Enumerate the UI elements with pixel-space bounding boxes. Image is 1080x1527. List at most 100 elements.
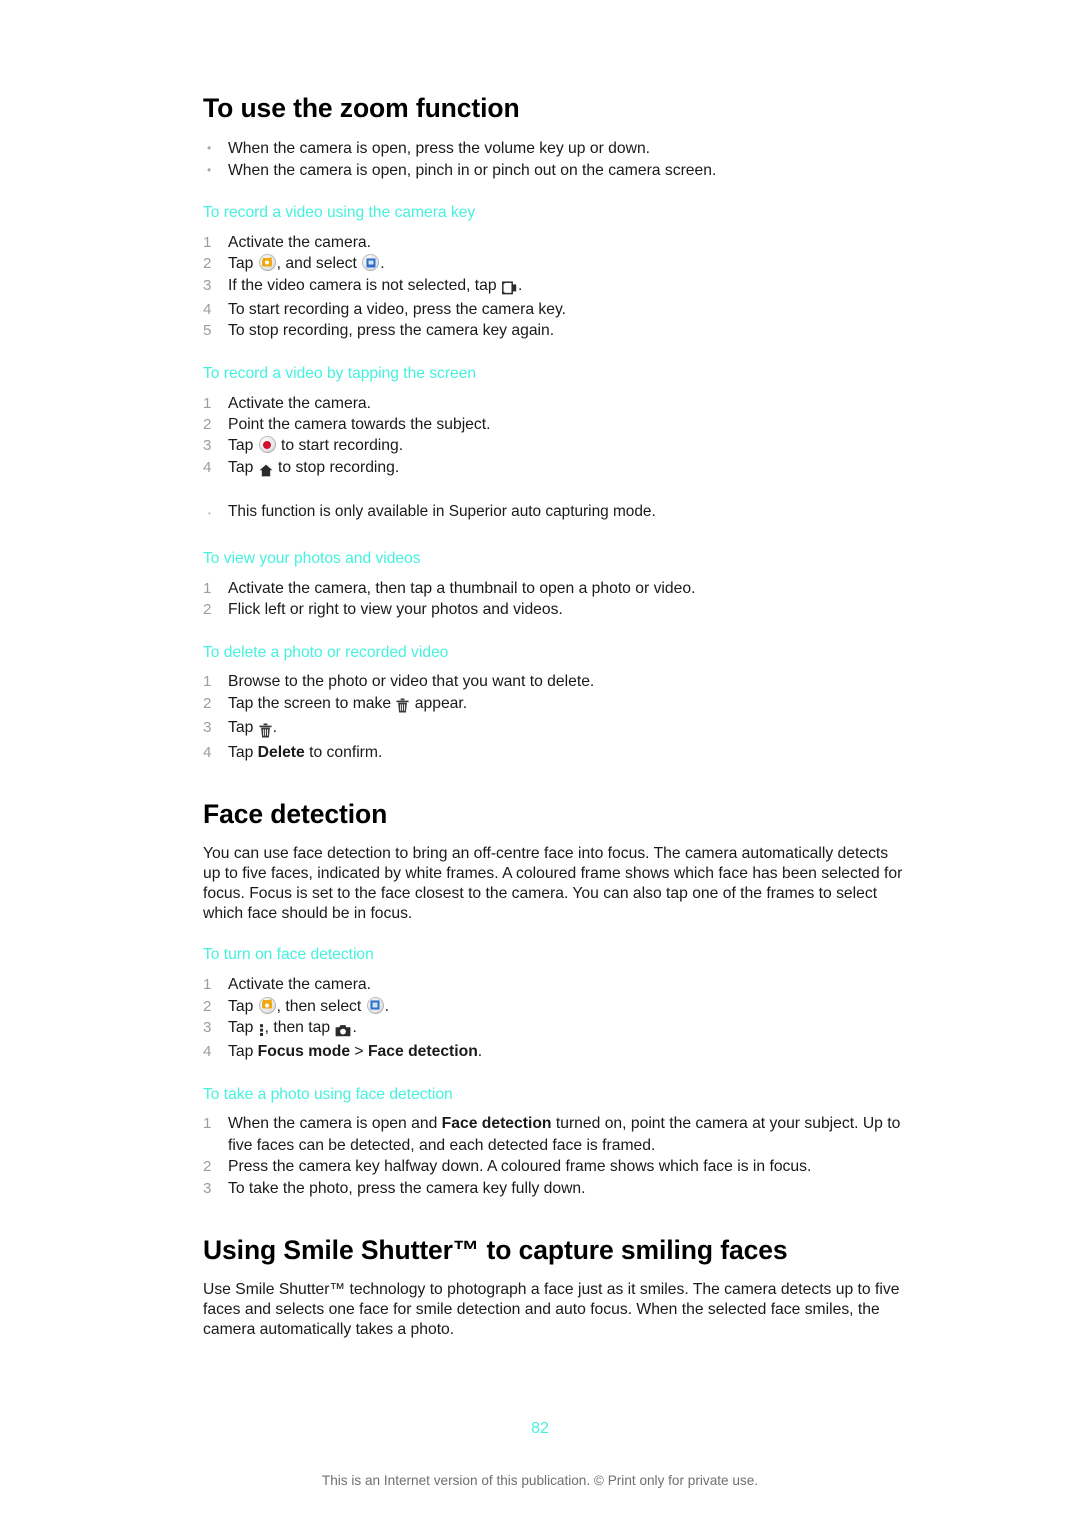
step-label: Tap . xyxy=(228,717,903,741)
step-text-pre: Tap xyxy=(228,1018,258,1036)
note-label: This function is only available in Super… xyxy=(228,503,656,521)
step-number: 1 xyxy=(203,976,212,994)
list-item: 4 Tap Delete to confirm. xyxy=(203,742,903,763)
step-text-pre: Tap xyxy=(228,719,258,737)
step-number: 4 xyxy=(203,458,212,476)
task-heading-record-video-camera-key: To record a video using the camera key xyxy=(203,204,903,223)
step-text-post: . xyxy=(272,719,278,737)
body-paragraph: You can use face detection to bring an o… xyxy=(203,845,903,922)
step-number: 2 xyxy=(203,997,212,1015)
camera-mode-icon xyxy=(258,254,276,272)
camera-mode-icon xyxy=(258,996,276,1014)
list-item: 2 Tap , then select . xyxy=(203,996,903,1017)
step-label: Tap , and select . xyxy=(228,253,903,274)
step-number: 4 xyxy=(203,301,212,318)
step-list-delete-photo-video: 1 Browse to the photo or video that you … xyxy=(203,671,903,763)
list-item: 2 Tap the screen to make appear. xyxy=(203,693,903,717)
list-item: 1 Activate the camera. xyxy=(203,974,903,995)
list-item: 4 Tap to stop recording. xyxy=(203,457,903,481)
step-text-pre: If the video camera is not selected, tap xyxy=(228,276,501,294)
list-item: 3 To take the photo, press the camera ke… xyxy=(203,1178,903,1199)
step-number: 1 xyxy=(203,1115,212,1133)
step-label: Activate the camera. xyxy=(228,976,371,994)
page-title: To use the zoom function xyxy=(203,93,520,123)
task-heading-view-photos-videos: To view your photos and videos xyxy=(203,550,903,569)
trash-icon xyxy=(259,720,272,741)
more-options-icon xyxy=(259,1020,264,1041)
step-list-view-photos-videos: 1 Activate the camera, then tap a thumbn… xyxy=(203,578,903,621)
step-label: Tap Delete to confirm. xyxy=(228,742,903,763)
step-text-pre: Tap xyxy=(228,255,258,273)
note-record-video-tapping: • This function is only available in Sup… xyxy=(208,501,903,527)
step-list-take-photo-face-detection: 1 When the camera is open and Face detec… xyxy=(203,1113,903,1199)
step-text-mid: > xyxy=(350,1043,368,1061)
list-item: • When the camera is open, pinch in or p… xyxy=(207,160,903,181)
task-title: To turn on face detection xyxy=(203,946,374,964)
video-mode-icon xyxy=(362,254,380,272)
step-number: 2 xyxy=(203,415,212,433)
list-item: 1 Activate the camera. xyxy=(203,393,903,414)
step-number: 3 xyxy=(203,437,212,455)
record-icon xyxy=(258,436,276,454)
list-item: 4 To start recording a video, press the … xyxy=(203,299,903,320)
task-title: To view your photos and videos xyxy=(203,550,421,568)
step-label: Tap the screen to make appear. xyxy=(228,693,903,717)
bullet-list-zoom-function: • When the camera is open, press the vol… xyxy=(203,138,903,181)
document-page: To use the zoom function • When the came… xyxy=(0,0,1080,1527)
ui-term-face-detection: Face detection xyxy=(441,1115,552,1133)
step-label: When the camera is open and Face detecti… xyxy=(228,1113,903,1156)
task-heading-turn-on-face-detection: To turn on face detection xyxy=(203,946,903,965)
list-item: 3 Tap , then tap . xyxy=(203,1017,903,1041)
ui-term-face-detection: Face detection xyxy=(367,1043,478,1061)
video-camera-icon xyxy=(502,278,517,299)
step-number: 1 xyxy=(203,233,212,251)
step-label: Flick left or right to view your photos … xyxy=(228,601,563,619)
list-item: 1 Browse to the photo or video that you … xyxy=(203,671,903,692)
step-text-pre: Tap xyxy=(228,743,258,761)
step-list-record-video-tapping: 1 Activate the camera. 2 Point the camer… xyxy=(203,393,903,482)
step-text-mid: , then select xyxy=(276,997,366,1015)
list-item-label: When the camera is open, pinch in or pin… xyxy=(228,161,717,179)
step-label: Activate the camera, then tap a thumbnai… xyxy=(228,579,696,597)
chapter-title: Using Smile Shutter™ to capture smiling … xyxy=(203,1235,788,1266)
step-number: 3 xyxy=(203,1018,212,1036)
list-item: • When the camera is open, press the vol… xyxy=(207,138,903,159)
step-number: 1 xyxy=(203,579,212,597)
stop-recording-icon xyxy=(259,460,273,481)
step-number: 3 xyxy=(203,276,212,294)
step-label: Press the camera key halfway down. A col… xyxy=(228,1158,812,1176)
video-mode-icon xyxy=(366,996,384,1014)
step-text-post: . xyxy=(380,255,385,273)
step-number: 2 xyxy=(203,255,212,273)
step-label: Tap , then tap . xyxy=(228,1017,903,1041)
step-label: Point the camera towards the subject. xyxy=(228,415,491,433)
step-label: To stop recording, press the camera key … xyxy=(228,322,555,340)
step-number: 1 xyxy=(203,394,212,412)
step-text-post: to confirm. xyxy=(304,743,383,761)
step-text-mid: , then tap xyxy=(264,1018,335,1036)
step-number: 4 xyxy=(203,743,212,761)
step-list-record-video-camera-key: 1 Activate the camera. 2 Tap , and selec… xyxy=(203,232,903,342)
trash-icon xyxy=(396,696,410,717)
step-number: 4 xyxy=(203,1043,212,1061)
step-text-mid: , and select xyxy=(276,255,362,273)
task-title: To take a photo using face detection xyxy=(203,1085,453,1103)
step-text-pre: Tap xyxy=(228,1043,258,1061)
list-item: 2 Tap , and select . xyxy=(203,253,903,274)
step-text-post: . xyxy=(384,997,389,1015)
list-item: 1 Activate the camera, then tap a thumbn… xyxy=(203,578,903,599)
bullet-marker: • xyxy=(207,162,212,177)
step-number: 5 xyxy=(203,322,212,340)
task-heading-delete-photo-video: To delete a photo or recorded video xyxy=(203,644,903,663)
list-item: 1 When the camera is open and Face detec… xyxy=(203,1113,903,1156)
step-label: Tap to start recording. xyxy=(228,435,903,456)
paragraph-smile-shutter: Use Smile Shutter™ technology to photogr… xyxy=(203,1280,903,1339)
page-content: To use the zoom function • When the came… xyxy=(203,93,903,1344)
step-label: Tap , then select . xyxy=(228,996,903,1017)
step-label: Activate the camera. xyxy=(228,233,371,251)
list-item: 4 Tap Focus mode > Face detection. xyxy=(203,1041,903,1062)
step-label: To start recording a video, press the ca… xyxy=(228,301,567,318)
task-title: To record a video using the camera key xyxy=(203,204,476,222)
camera-settings-icon xyxy=(335,1020,351,1041)
step-text-post: to stop recording. xyxy=(273,458,400,476)
